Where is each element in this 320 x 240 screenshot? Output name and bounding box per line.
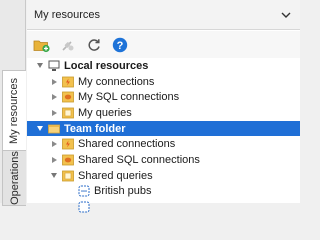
tree-item-local-resources[interactable]: Local resources	[27, 58, 300, 74]
query-folder-icon	[62, 170, 74, 182]
connection-folder-icon	[62, 76, 74, 87]
collapsed-triangle-icon[interactable]	[50, 78, 58, 86]
tree-item-my-sql-connections[interactable]: My SQL connections	[27, 89, 300, 105]
tree-item-shared-queries[interactable]: Shared queries	[27, 168, 300, 184]
tree-item-label: Local resources	[64, 59, 149, 72]
expanded-triangle-icon[interactable]	[36, 125, 44, 133]
collapsed-triangle-icon[interactable]	[50, 156, 58, 164]
new-folder-button[interactable]	[32, 35, 52, 55]
tree-item-label: Shared connections	[78, 138, 176, 151]
help-icon: ?	[112, 37, 128, 52]
sql-folder-icon	[62, 154, 74, 166]
tree-item-british-pubs[interactable]: British pubs	[27, 184, 300, 200]
resources-window: My resources Operations My resources ? L…	[0, 0, 300, 213]
sql-folder-icon	[62, 91, 74, 103]
tree-item-team-folder[interactable]: Team folder	[27, 120, 300, 137]
tree-item-label: My connections	[78, 75, 155, 88]
tab-my-resources-label: My resources	[8, 77, 21, 145]
resource-tree: Local resources My connections My SQL co…	[27, 58, 300, 215]
tree-item-my-connections[interactable]: My connections	[27, 74, 300, 90]
tree-item-label: Shared queries	[78, 169, 153, 182]
tab-operations-label: Operations	[8, 151, 21, 205]
toolbar: ?	[27, 31, 300, 58]
tree-item-label: My SQL connections	[78, 91, 180, 104]
side-tab-strip: My resources Operations	[0, 0, 26, 206]
tree-item-my-queries[interactable]: My queries	[27, 105, 300, 121]
tree-item-shared-connections[interactable]: Shared connections	[27, 136, 300, 152]
tree-item-label: Team folder	[64, 122, 126, 135]
resources-panel: My resources ? Local resources My connec…	[27, 0, 300, 213]
tab-my-resources[interactable]: My resources	[2, 70, 26, 152]
connection-folder-icon	[62, 138, 74, 150]
query-folder-icon	[62, 107, 74, 119]
connect-icon	[62, 40, 74, 51]
refresh-button[interactable]	[84, 35, 104, 55]
connect-button[interactable]	[58, 35, 78, 55]
panel-header-dropdown[interactable]: My resources	[27, 0, 300, 30]
computer-icon	[48, 60, 60, 71]
query-icon	[78, 201, 90, 213]
tree-item-label: My queries	[78, 106, 132, 119]
collapsed-triangle-icon[interactable]	[50, 93, 58, 101]
help-button[interactable]: ?	[110, 35, 130, 55]
tree-item-label: Shared SQL connections	[78, 153, 200, 166]
panel-title: My resources	[34, 8, 101, 21]
tree-item-partial[interactable]	[27, 199, 300, 215]
expanded-triangle-icon[interactable]	[50, 172, 58, 180]
collapsed-triangle-icon[interactable]	[50, 140, 58, 148]
team-folder-icon	[48, 124, 60, 133]
chevron-down-icon[interactable]	[280, 10, 292, 20]
tab-operations[interactable]: Operations	[2, 150, 26, 206]
refresh-icon	[88, 38, 100, 51]
collapsed-triangle-icon[interactable]	[50, 109, 58, 117]
svg-text:?: ?	[117, 40, 124, 52]
query-icon	[78, 185, 90, 197]
tree-item-shared-sql-connections[interactable]: Shared SQL connections	[27, 152, 300, 168]
expanded-triangle-icon[interactable]	[36, 62, 44, 70]
new-folder-icon	[33, 40, 50, 52]
tree-item-label: British pubs	[94, 185, 152, 198]
